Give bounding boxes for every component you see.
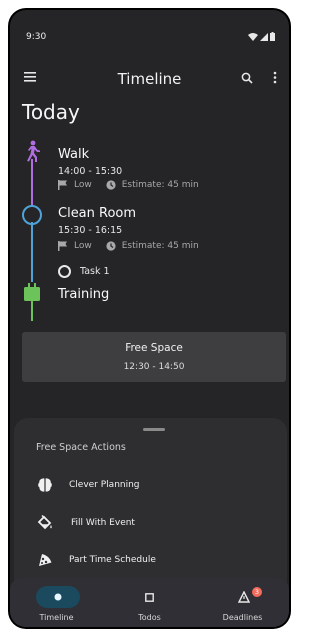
flag-icon	[58, 180, 67, 190]
app-bar: Timeline	[10, 64, 289, 96]
alarm-icon	[238, 591, 250, 603]
app-screen: 9:30 Timeline Today Walk 14:00 - 15:30 L…	[10, 10, 289, 627]
timeline: Walk 14:00 - 15:30 Low Estimate: 45 min …	[10, 135, 289, 321]
event-meta-clean-room: Low Estimate: 45 min	[58, 241, 199, 251]
estimate-label: Estimate: 45 min	[121, 241, 199, 251]
signal-icon	[260, 32, 268, 41]
event-meta-walk: Low Estimate: 45 min	[58, 180, 199, 190]
action-label: Part Time Schedule	[69, 555, 156, 565]
action-fill-with-event[interactable]: Fill With Event	[34, 511, 135, 535]
task-label: Task 1	[80, 266, 110, 277]
timeline-node-clean-room	[22, 205, 42, 225]
pizza-slice-icon	[39, 554, 52, 566]
priority-label: Low	[74, 241, 92, 251]
circle-dot-icon	[54, 593, 62, 601]
battery-charge-icon	[24, 283, 40, 301]
action-part-time-schedule[interactable]: Part Time Schedule	[34, 548, 156, 572]
sheet-heading: Free Space Actions	[36, 442, 126, 453]
sheet-drag-handle[interactable]	[143, 428, 165, 431]
nav-item-timeline[interactable]: Timeline	[10, 578, 103, 627]
walking-icon	[27, 140, 40, 162]
event-title-training[interactable]: Training	[58, 287, 109, 302]
event-title-walk[interactable]: Walk	[58, 147, 89, 162]
clock-icon	[106, 180, 116, 190]
event-time-clean-room: 15:30 - 16:15	[58, 225, 123, 236]
free-space-title: Free Space	[125, 342, 183, 354]
status-bar: 9:30	[10, 10, 289, 56]
nav-active-indicator	[36, 586, 80, 608]
search-icon[interactable]	[241, 72, 253, 84]
notification-badge: 3	[252, 587, 262, 597]
more-vert-icon[interactable]	[273, 71, 277, 84]
event-title-clean-room[interactable]: Clean Room	[58, 206, 136, 221]
battery-icon	[270, 32, 275, 41]
nav-icon-holder	[127, 586, 171, 608]
nav-item-deadlines[interactable]: 3 Deadlines	[196, 578, 289, 627]
timeline-connector-clean-room	[31, 222, 33, 282]
task-item[interactable]: Task 1	[58, 265, 110, 278]
wifi-icon	[248, 32, 258, 41]
event-time-walk: 14:00 - 15:30	[58, 166, 123, 177]
phone-frame: 9:30 Timeline Today Walk 14:00 - 15:30 L…	[8, 8, 291, 629]
nav-label: Todos	[138, 613, 161, 622]
checkbox-icon	[144, 592, 154, 602]
task-checkbox[interactable]	[58, 265, 71, 278]
nav-label: Timeline	[39, 613, 74, 622]
timeline-connector-training	[31, 301, 33, 321]
free-space-time: 12:30 - 14:50	[123, 362, 185, 372]
bottom-navigation: Timeline Todos 3 Deadlines	[10, 578, 289, 627]
free-space-card[interactable]: Free Space 12:30 - 14:50	[22, 332, 286, 382]
nav-label: Deadlines	[222, 613, 263, 622]
action-label: Fill With Event	[71, 518, 135, 528]
estimate-label: Estimate: 45 min	[121, 180, 199, 190]
priority-label: Low	[74, 180, 92, 190]
section-title-today: Today	[22, 100, 80, 124]
fill-bucket-icon	[37, 515, 52, 530]
timeline-connector-walk	[31, 159, 33, 205]
action-label: Clever Planning	[69, 480, 140, 490]
status-time: 9:30	[26, 32, 47, 42]
nav-item-todos[interactable]: Todos	[103, 578, 196, 627]
clock-icon	[106, 241, 116, 251]
flag-icon	[58, 241, 67, 251]
action-clever-planning[interactable]: Clever Planning	[34, 473, 140, 497]
brain-icon	[38, 478, 52, 492]
status-icons	[248, 32, 275, 41]
